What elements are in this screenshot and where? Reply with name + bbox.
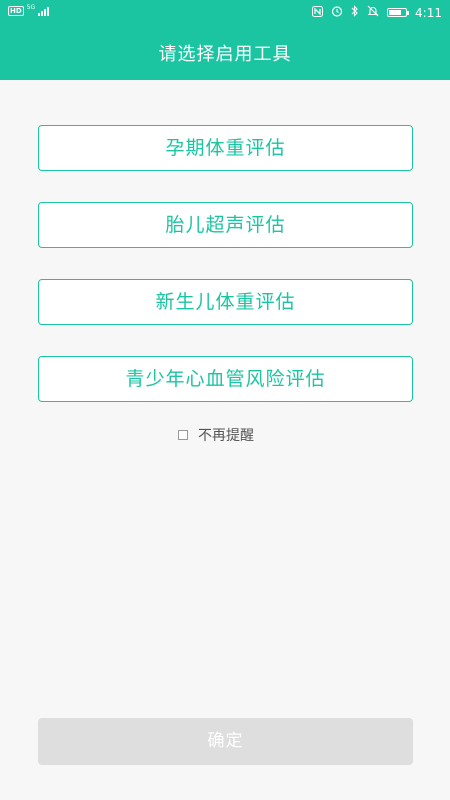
dont-remind-option[interactable]: 不再提醒	[178, 425, 254, 445]
status-right: 4:11	[312, 5, 442, 20]
confirm-button[interactable]: 确定	[38, 718, 413, 765]
status-left: HD 5G	[8, 4, 50, 16]
nfc-icon	[312, 5, 324, 20]
dont-remind-checkbox[interactable]	[178, 430, 188, 440]
tool-button-fetal-ultrasound[interactable]: 胎儿超声评估	[38, 202, 413, 248]
tool-button-pregnancy-weight[interactable]: 孕期体重评估	[38, 125, 413, 171]
bluetooth-icon	[351, 5, 359, 20]
status-time: 4:11	[415, 5, 442, 20]
battery-icon	[387, 8, 410, 17]
tool-button-teen-cardiovascular[interactable]: 青少年心血管风险评估	[38, 356, 413, 402]
app-header: HD 5G 4:11 请选择启用工具	[0, 0, 450, 80]
tool-button-newborn-weight[interactable]: 新生儿体重评估	[38, 279, 413, 325]
alarm-icon	[331, 5, 343, 20]
signal-icon	[38, 6, 50, 16]
dont-remind-label: 不再提醒	[198, 428, 254, 444]
status-bar: HD 5G 4:11	[0, 0, 450, 28]
network-type-label: 5G	[26, 4, 36, 11]
hd-badge: HD	[8, 6, 24, 16]
page-title: 请选择启用工具	[158, 44, 292, 65]
mute-icon	[367, 5, 379, 20]
